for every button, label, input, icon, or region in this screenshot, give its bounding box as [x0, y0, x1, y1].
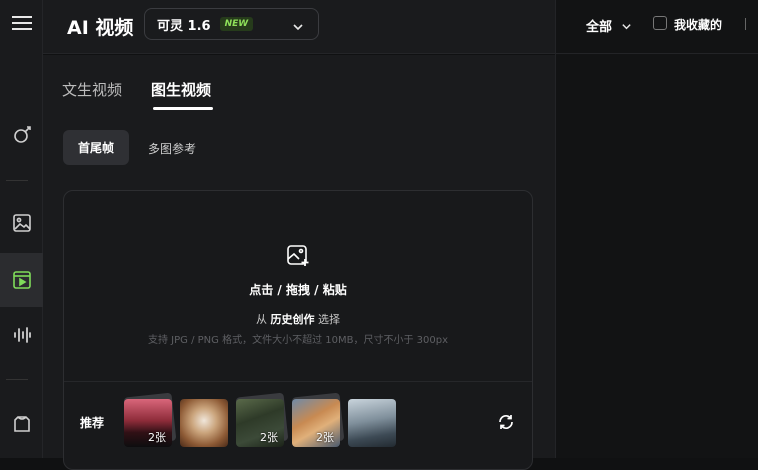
audio-wave-icon[interactable]: [0, 315, 43, 355]
favorites-label[interactable]: 我收藏的: [674, 16, 722, 33]
add-image-icon: [286, 244, 310, 272]
left-rail: [0, 0, 43, 458]
upload-hint: 支持 JPG / PNG 格式，文件大小不超过 10MB，尺寸不小于 300px: [148, 335, 448, 346]
recommend-thumb[interactable]: [348, 399, 396, 447]
results-toolbar: 全部 我收藏的: [556, 0, 758, 54]
menu-icon[interactable]: [0, 3, 43, 43]
active-tab-indicator: [153, 107, 213, 110]
filter-dropdown[interactable]: 全部: [586, 16, 612, 35]
recommend-thumb[interactable]: 2张: [236, 399, 284, 447]
from-prefix: 从: [256, 313, 267, 326]
history-link[interactable]: 历史创作: [271, 313, 315, 326]
results-pane: 全部 我收藏的: [555, 0, 758, 458]
recommend-thumb[interactable]: 2张: [292, 399, 340, 447]
recommend-thumb[interactable]: 2张: [124, 399, 172, 447]
mode-first-last-frame[interactable]: 首尾帧: [63, 130, 129, 165]
image-count: 2张: [148, 431, 166, 444]
new-badge: NEW: [219, 17, 254, 31]
history-select-line: 从 历史创作 选择: [64, 311, 532, 327]
magic-wand-icon[interactable]: [0, 115, 43, 155]
video-icon[interactable]: [0, 253, 43, 307]
chevron-down-icon: [292, 18, 304, 37]
model-name: 可灵 1.6: [157, 18, 211, 34]
mode-multi-image-reference[interactable]: 多图参考: [148, 140, 196, 157]
upload-instruction: 点击 / 拖拽 / 粘贴: [249, 283, 347, 297]
refresh-icon[interactable]: [497, 413, 515, 435]
divider: [745, 18, 746, 30]
image-count: 2张: [316, 431, 334, 444]
image-icon[interactable]: [0, 203, 43, 243]
divider: [64, 381, 532, 382]
tab-image-to-video[interactable]: 图生视频: [151, 79, 211, 100]
main-panel: 文生视频 图生视频 首尾帧 多图参考 点击 / 拖拽 / 粘贴 从 历史创作 选…: [43, 55, 555, 470]
page-title: AI 视频: [67, 17, 134, 39]
tab-text-to-video[interactable]: 文生视频: [62, 79, 122, 100]
from-suffix: 选择: [318, 313, 340, 326]
recommend-thumb[interactable]: [180, 399, 228, 447]
image-upload-area[interactable]: 点击 / 拖拽 / 粘贴 从 历史创作 选择 支持 JPG / PNG 格式，文…: [63, 190, 533, 470]
recommend-label: 推荐: [80, 416, 105, 430]
favorites-checkbox[interactable]: [653, 16, 667, 30]
top-header: AI 视频 可灵 1.6 NEW: [43, 0, 555, 54]
outfit-icon[interactable]: [0, 404, 43, 444]
chevron-down-icon[interactable]: [621, 17, 632, 36]
model-selector[interactable]: 可灵 1.6 NEW: [144, 8, 319, 40]
image-count: 2张: [260, 431, 278, 444]
